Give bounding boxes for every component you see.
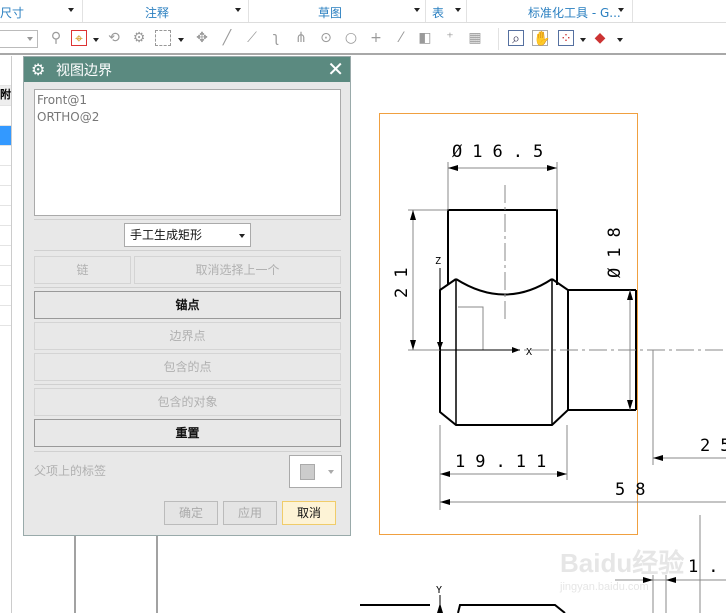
- chain-button[interactable]: 链: [34, 256, 131, 284]
- anchor-point-button[interactable]: 锚点: [34, 291, 341, 319]
- divider: [34, 451, 341, 452]
- ok-button[interactable]: 确定: [164, 501, 218, 525]
- boundary-type-value: 手工生成矩形: [130, 228, 203, 242]
- list-item[interactable]: Front@1: [37, 92, 338, 109]
- deselect-last-button[interactable]: 取消选择上一个: [134, 256, 341, 284]
- watermark-url: jingyan.baidu.com: [559, 581, 649, 593]
- axis-y-label: Y: [436, 585, 442, 596]
- dim-width[interactable]: 19.11: [455, 452, 556, 472]
- dim-25[interactable]: 25: [700, 436, 726, 456]
- view-list[interactable]: Front@1 ORTHO@2: [34, 89, 341, 216]
- axis-z-label: Z: [435, 256, 441, 267]
- boundary-point-button[interactable]: 边界点: [34, 322, 341, 350]
- label-icon: [300, 464, 315, 480]
- watermark-logo: Baidu经验: [560, 548, 684, 578]
- list-item[interactable]: ORTHO@2: [37, 109, 338, 126]
- dim-small[interactable]: 1.: [688, 557, 726, 577]
- chevron-down-icon: [239, 234, 245, 238]
- cancel-button[interactable]: 取消: [282, 501, 336, 525]
- divider: [34, 250, 341, 251]
- dialog-header[interactable]: ⚙ 视图边界 ✕: [24, 57, 350, 82]
- dim-total[interactable]: 58: [615, 480, 655, 500]
- divider: [34, 384, 341, 385]
- parent-label-select[interactable]: [289, 455, 342, 488]
- chevron-down-icon: [328, 470, 334, 474]
- reset-button[interactable]: 重置: [34, 419, 341, 447]
- axis-x-label: X: [526, 347, 532, 358]
- divider: [34, 219, 341, 220]
- divider: [34, 287, 341, 288]
- view-boundary-dialog: ⚙ 视图边界 ✕ Front@1 ORTHO@2 手工生成矩形 链 取消选择上一…: [23, 56, 351, 536]
- contained-points-button[interactable]: 包含的点: [34, 353, 341, 381]
- contained-objects-button[interactable]: 包含的对象: [34, 388, 341, 416]
- dim-diameter-right[interactable]: Ø18: [605, 217, 625, 278]
- parent-label-text: 父项上的标签: [34, 464, 107, 478]
- gear-icon[interactable]: ⚙: [31, 60, 45, 79]
- dialog-title: 视图边界: [56, 63, 112, 79]
- close-icon[interactable]: ✕: [327, 57, 344, 81]
- apply-button[interactable]: 应用: [223, 501, 277, 525]
- dim-diameter-top[interactable]: Ø16.5: [452, 142, 553, 162]
- boundary-type-select[interactable]: 手工生成矩形: [124, 223, 251, 247]
- dim-height[interactable]: 21: [392, 258, 412, 298]
